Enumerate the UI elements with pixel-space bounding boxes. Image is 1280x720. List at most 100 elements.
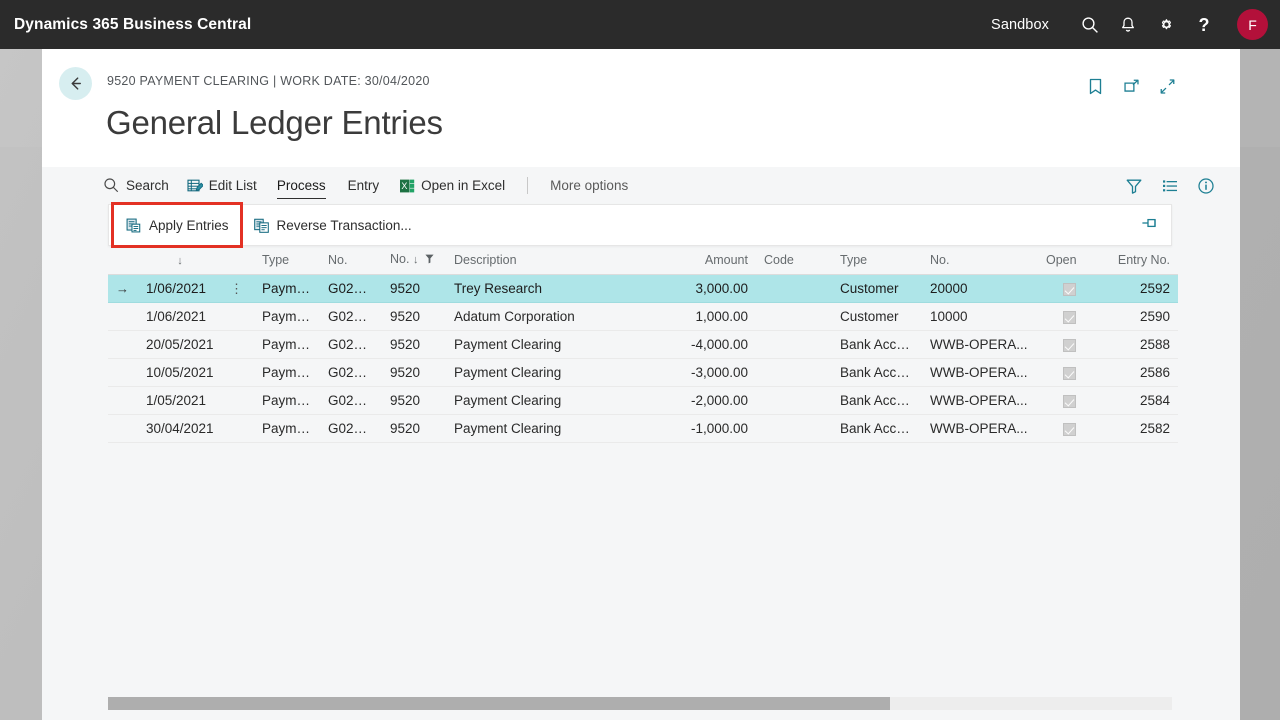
cell-gl-account-no[interactable]: 9520 (382, 303, 446, 331)
collapse-icon[interactable] (1154, 73, 1180, 99)
column-filter-icon[interactable] (425, 253, 434, 267)
row-menu-button[interactable] (222, 359, 254, 387)
notifications-bell-icon[interactable] (1109, 0, 1147, 49)
cell-document-no[interactable]: G02001 (320, 415, 382, 443)
table-row[interactable]: 10/05/2021 Payment G02003 9520 Payment Clear… (108, 358, 1178, 387)
cell-entry-no[interactable]: 2584 (1100, 387, 1178, 415)
table-row[interactable]: → 1/06/2021 ⋮ Payment G02006 9520 Trey Researc… (108, 274, 1178, 303)
cell-document-type[interactable]: Payment (254, 275, 320, 303)
cell-document-no[interactable]: G02006 (320, 275, 382, 303)
cell-open[interactable] (1038, 303, 1100, 331)
cell-source-type[interactable]: Bank Accou... (832, 415, 922, 443)
col-gl-account-no[interactable]: No. ↓ (382, 249, 446, 275)
cell-gl-account-no[interactable]: 9520 (382, 275, 446, 303)
cell-document-type[interactable]: Payment (254, 303, 320, 331)
open-checkbox[interactable] (1062, 338, 1076, 352)
tab-entry[interactable]: Entry (337, 167, 391, 204)
open-checkbox[interactable] (1062, 394, 1076, 408)
open-checkbox[interactable] (1062, 282, 1076, 296)
bookmark-icon[interactable] (1082, 73, 1108, 99)
cell-posting-date[interactable]: 1/05/2021 (138, 387, 222, 415)
cell-code[interactable] (756, 359, 832, 387)
tab-process[interactable]: Process (266, 167, 337, 204)
list-view-icon[interactable] (1158, 174, 1182, 198)
table-row[interactable]: 30/04/2021 Payment G02001 9520 Payment Clear… (108, 414, 1178, 443)
col-entry-no[interactable]: Entry No. (1100, 249, 1178, 275)
cell-document-no[interactable]: G02002 (320, 387, 382, 415)
cell-source-no[interactable]: WWB-OPERA... (922, 387, 1038, 415)
apply-entries-button[interactable]: Apply Entries (111, 202, 243, 248)
cell-entry-no[interactable]: 2590 (1100, 303, 1178, 331)
cell-source-no[interactable]: 10000 (922, 303, 1038, 331)
cell-entry-no[interactable]: 2582 (1100, 415, 1178, 443)
cell-entry-no[interactable]: 2586 (1100, 359, 1178, 387)
cell-source-type[interactable]: Bank Accou... (832, 359, 922, 387)
open-checkbox[interactable] (1062, 422, 1076, 436)
cell-code[interactable] (756, 275, 832, 303)
cell-source-type[interactable]: Customer (832, 275, 922, 303)
avatar[interactable]: F (1237, 9, 1268, 40)
cell-code[interactable] (756, 387, 832, 415)
cell-posting-date[interactable]: 30/04/2021 (138, 415, 222, 443)
cell-posting-date[interactable]: 1/06/2021 (138, 275, 222, 303)
cell-gl-account-no[interactable]: 9520 (382, 331, 446, 359)
cell-entry-no[interactable]: 2588 (1100, 331, 1178, 359)
cell-source-type[interactable]: Customer (832, 303, 922, 331)
cell-source-no[interactable]: WWB-OPERA... (922, 331, 1038, 359)
cell-amount[interactable]: 1,000.00 (664, 303, 756, 331)
pin-icon[interactable] (1139, 213, 1159, 238)
cell-open[interactable] (1038, 387, 1100, 415)
search-icon[interactable] (1071, 0, 1109, 49)
cell-posting-date[interactable]: 1/06/2021 (138, 303, 222, 331)
ribbon-more-options-action[interactable]: More options (541, 167, 637, 204)
row-menu-button[interactable] (222, 387, 254, 415)
cell-document-no[interactable]: G02004 (320, 331, 382, 359)
cell-document-type[interactable]: Payment (254, 359, 320, 387)
cell-gl-account-no[interactable]: 9520 (382, 415, 446, 443)
cell-posting-date[interactable]: 20/05/2021 (138, 331, 222, 359)
open-checkbox[interactable] (1062, 310, 1076, 324)
row-menu-button[interactable] (222, 415, 254, 443)
cell-document-type[interactable]: Payment (254, 331, 320, 359)
cell-document-no[interactable]: G02005 (320, 303, 382, 331)
cell-description[interactable]: Payment Clearing (446, 331, 664, 359)
cell-open[interactable] (1038, 331, 1100, 359)
col-posting-date[interactable]: ↓ (138, 249, 222, 275)
ribbon-open-in-excel-action[interactable]: X Open in Excel (390, 167, 514, 204)
col-document-type[interactable]: Type (254, 249, 320, 275)
ribbon-search-action[interactable]: Search (94, 167, 178, 204)
col-source-no[interactable]: No. (922, 249, 1038, 275)
cell-description[interactable]: Payment Clearing (446, 359, 664, 387)
table-row[interactable]: 1/06/2021 Payment G02005 9520 Adatum Corpora… (108, 302, 1178, 331)
col-description[interactable]: Description (446, 249, 664, 275)
col-amount[interactable]: Amount (664, 249, 756, 275)
cell-document-no[interactable]: G02003 (320, 359, 382, 387)
cell-description[interactable]: Payment Clearing (446, 387, 664, 415)
table-row[interactable]: 1/05/2021 Payment G02002 9520 Payment Cleari… (108, 386, 1178, 415)
horizontal-scrollbar[interactable] (108, 697, 1172, 710)
cell-open[interactable] (1038, 415, 1100, 443)
cell-amount[interactable]: 3,000.00 (664, 275, 756, 303)
col-code[interactable]: Code (756, 249, 832, 275)
cell-document-type[interactable]: Payment (254, 415, 320, 443)
cell-source-type[interactable]: Bank Accou... (832, 331, 922, 359)
cell-source-no[interactable]: WWB-OPERA... (922, 415, 1038, 443)
cell-entry-no[interactable]: 2592 (1100, 275, 1178, 303)
cell-description[interactable]: Payment Clearing (446, 415, 664, 443)
cell-posting-date[interactable]: 10/05/2021 (138, 359, 222, 387)
cell-source-no[interactable]: 20000 (922, 275, 1038, 303)
reverse-transaction-button[interactable]: Reverse Transaction... (241, 204, 424, 246)
table-row[interactable]: 20/05/2021 Payment G02004 9520 Payment Clear… (108, 330, 1178, 359)
cell-amount[interactable]: -4,000.00 (664, 331, 756, 359)
row-menu-button[interactable]: ⋮ (222, 275, 254, 303)
ribbon-edit-list-action[interactable]: Edit List (178, 167, 266, 204)
cell-amount[interactable]: -2,000.00 (664, 387, 756, 415)
horizontal-scrollbar-thumb[interactable] (108, 697, 890, 710)
settings-gear-icon[interactable] (1147, 0, 1185, 49)
help-question-icon[interactable]: ? (1185, 0, 1223, 49)
back-button[interactable] (59, 67, 92, 100)
cell-amount[interactable]: -1,000.00 (664, 415, 756, 443)
row-menu-button[interactable] (222, 331, 254, 359)
filter-icon[interactable] (1122, 174, 1146, 198)
col-document-no[interactable]: No. (320, 249, 382, 275)
